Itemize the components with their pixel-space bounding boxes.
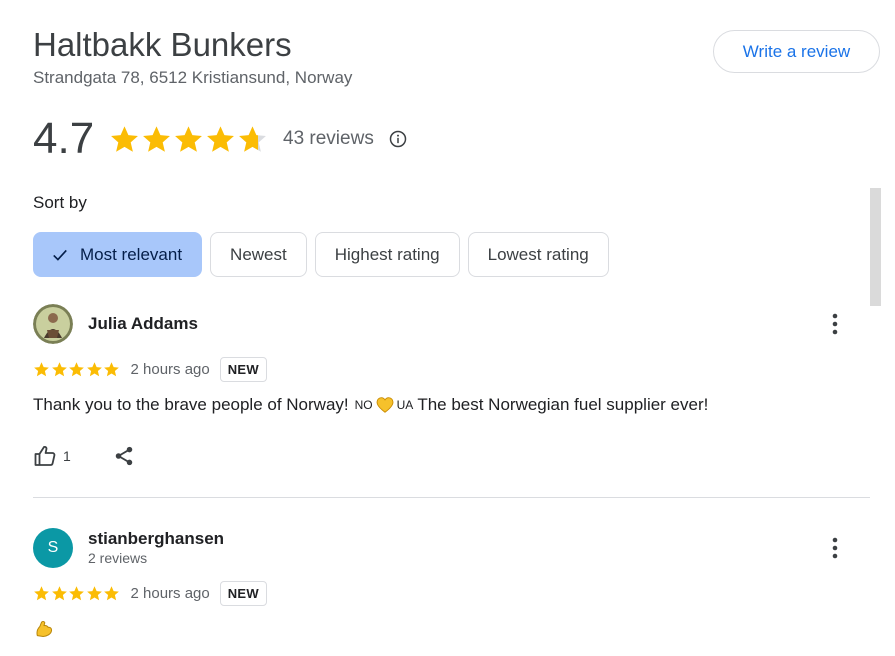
review-meta: 2 hours ago NEW	[33, 581, 267, 606]
flexed-biceps-icon	[36, 621, 53, 637]
sort-chip-label: Most relevant	[80, 244, 183, 264]
place-title: Haltbakk Bunkers	[33, 26, 292, 63]
star-icon	[175, 125, 202, 152]
flag-no: NO	[354, 398, 373, 412]
check-icon	[53, 249, 67, 261]
rating-value: 4.7	[33, 114, 95, 163]
review-stars	[33, 361, 121, 378]
avatar-image	[33, 304, 73, 344]
more-vert-icon[interactable]	[830, 536, 840, 560]
sort-label: Sort by	[33, 193, 87, 212]
reviewer-review-count: 2 reviews	[88, 550, 148, 566]
review-text-part: The best Norwegian fuel supplier ever!	[417, 395, 709, 414]
yellow-heart-icon	[376, 397, 394, 413]
star-icon	[111, 125, 138, 152]
review-card: Julia Addams 2 hours ago NEW Thank you t…	[33, 304, 870, 484]
scrollbar-thumb[interactable]	[870, 188, 881, 306]
star-icon	[51, 586, 67, 601]
reviewer-name[interactable]: Julia Addams	[88, 314, 198, 334]
sort-chip-highest-rating[interactable]: Highest rating	[314, 232, 460, 277]
star-icon	[69, 362, 84, 377]
sort-chips: Most relevant Newest Highest rating Lowe…	[33, 232, 609, 277]
info-icon[interactable]	[389, 130, 407, 148]
new-badge: NEW	[219, 581, 267, 606]
share-icon[interactable]	[113, 445, 135, 467]
star-icon	[69, 586, 84, 601]
star-icon	[207, 125, 234, 152]
review-meta: 2 hours ago NEW	[33, 357, 267, 382]
sort-chip-newest[interactable]: Newest	[210, 232, 307, 277]
review-divider	[33, 497, 870, 498]
sort-chip-lowest-rating[interactable]: Lowest rating	[467, 232, 609, 277]
sort-chip-label: Lowest rating	[487, 244, 589, 264]
rating-summary: 4.7 43 reviews	[33, 114, 407, 164]
review-stars	[33, 585, 121, 602]
place-address: Strandgata 78, 6512 Kristiansund, Norway	[33, 68, 353, 87]
sort-chip-label: Highest rating	[334, 244, 440, 264]
avatar[interactable]	[33, 304, 73, 344]
review-count[interactable]: 43 reviews	[283, 128, 374, 150]
flag-ua: UA	[396, 398, 414, 412]
avatar[interactable]: S	[33, 528, 73, 568]
star-icon	[86, 362, 102, 377]
star-icon	[34, 362, 49, 377]
write-review-button[interactable]: Write a review	[713, 30, 880, 73]
review-card: S stianberghansen 2 reviews 2 hours ago …	[33, 528, 870, 648]
star-icon	[239, 125, 266, 152]
review-time: 2 hours ago	[130, 361, 210, 378]
like-count: 1	[63, 448, 71, 464]
star-icon	[34, 586, 49, 601]
new-badge: NEW	[219, 357, 267, 382]
star-icon	[104, 586, 119, 601]
reviewer-name[interactable]: stianberghansen	[88, 529, 224, 549]
thumb-up-icon[interactable]	[33, 444, 57, 468]
star-icon	[86, 586, 102, 601]
review-time: 2 hours ago	[130, 585, 210, 602]
rating-stars	[109, 124, 269, 155]
more-vert-icon[interactable]	[830, 312, 840, 336]
star-icon	[104, 362, 119, 377]
sort-chip-label: Newest	[230, 244, 287, 264]
star-icon	[51, 362, 67, 377]
review-actions: 1	[33, 444, 135, 468]
sort-chip-most-relevant[interactable]: Most relevant	[33, 232, 203, 277]
star-icon	[143, 125, 170, 152]
review-text: Thank you to the brave people of Norway!…	[33, 395, 708, 415]
review-text-part: Thank you to the brave people of Norway!	[33, 395, 349, 414]
